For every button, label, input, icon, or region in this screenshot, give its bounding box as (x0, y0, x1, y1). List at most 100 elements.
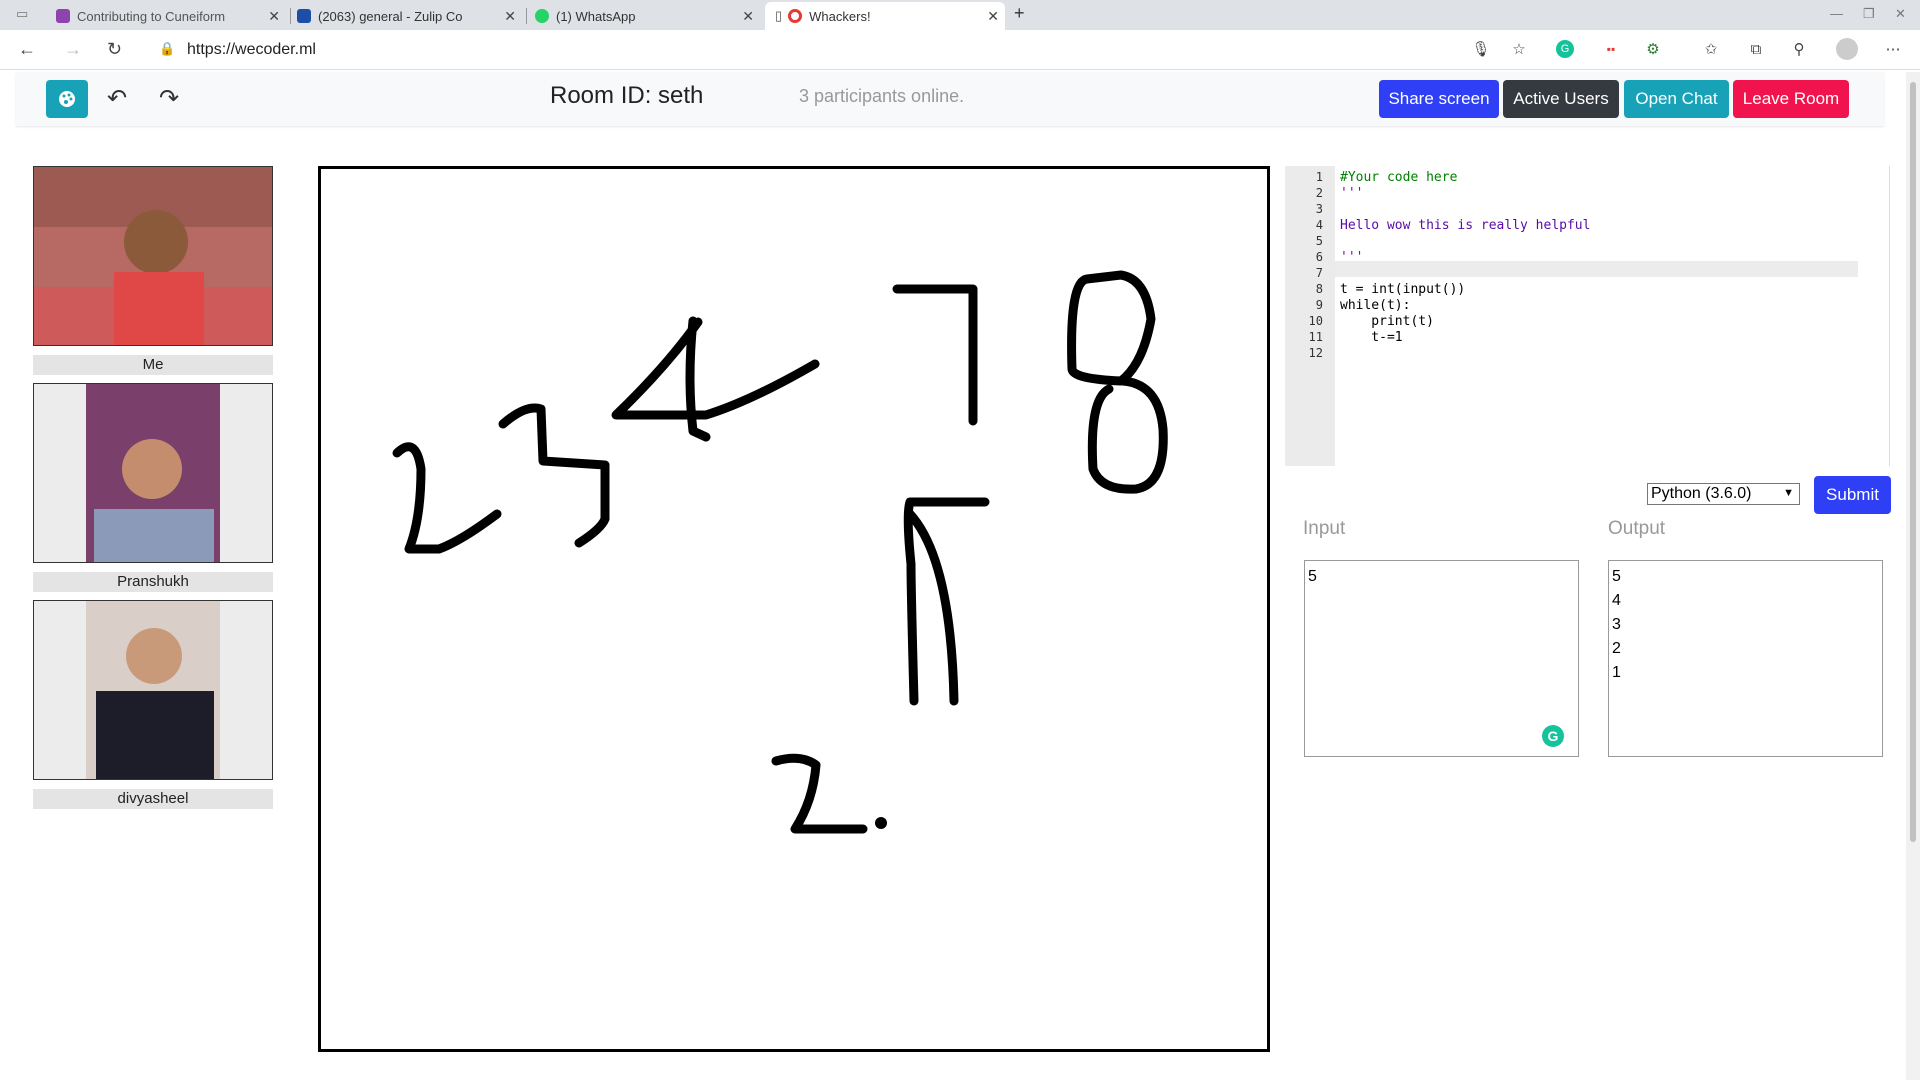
output-line: 2 (1612, 640, 1621, 657)
line-number: 7 (1315, 266, 1323, 280)
forward-icon[interactable]: → (64, 39, 82, 60)
app-header: ↶ ↷ Room ID: seth 3 participants online.… (16, 72, 1884, 126)
line-number: 9 (1315, 298, 1323, 312)
line-number: 2 (1315, 186, 1323, 200)
video-me (33, 166, 273, 346)
page-icon: ▯ (775, 8, 783, 23)
palette-button[interactable] (46, 80, 88, 118)
code-line: while(t): (1340, 298, 1411, 313)
android-icon[interactable]: ⚙ (1644, 40, 1662, 58)
back-icon[interactable]: ← (18, 39, 36, 60)
language-select[interactable]: Python (3.6.0) ▼ (1647, 483, 1800, 505)
participant-video (34, 384, 272, 562)
code-line: ''' (1340, 186, 1364, 201)
recording-icon (788, 9, 803, 23)
output-textarea[interactable]: 5 4 3 2 1 (1608, 560, 1883, 757)
tab-label: Whackers! (809, 8, 871, 24)
drawing-dot (875, 817, 887, 829)
tab-label: (2063) general - Zulip Co (318, 8, 463, 24)
extensions-icon[interactable]: ⚲ (1790, 40, 1808, 58)
chevron-down-icon: ▼ (1783, 487, 1794, 499)
browser-tab-bar: ▭ Contributing to Cuneiform ✕ (2063) gen… (0, 0, 1920, 30)
page-scrollbar[interactable] (1906, 72, 1920, 1080)
leave-room-button[interactable]: Leave Room (1733, 80, 1849, 118)
output-line: 5 (1612, 568, 1621, 585)
video-pranshukh (33, 383, 273, 563)
whatsapp-icon (535, 9, 549, 23)
reload-icon[interactable]: ↻ (107, 39, 122, 60)
address-bar-row: ← → ↻ 🔒 https://wecoder.ml 🎙 ☆ G ▪▪ ⚙ ✩ … (0, 30, 1920, 70)
line-number: 8 (1315, 282, 1323, 296)
scrollbar-thumb[interactable] (1910, 82, 1916, 842)
tab-label: (1) WhatsApp (556, 8, 636, 24)
active-line-highlight (1335, 261, 1858, 277)
tab-actions-icon[interactable]: ▭ (16, 6, 28, 22)
participants-online: 3 participants online. (799, 86, 965, 106)
undo-icon[interactable]: ↶ (107, 84, 127, 113)
code-line: t-=1 (1340, 330, 1403, 345)
favorites-icon[interactable]: ✩ (1702, 40, 1720, 58)
close-window-icon[interactable]: ✕ (1895, 6, 1906, 22)
line-gutter: 1 2 3 4 5 6 7 8 9 10 11 12 (1285, 166, 1335, 466)
whiteboard-canvas[interactable] (318, 166, 1270, 1052)
close-icon[interactable]: ✕ (742, 8, 754, 25)
line-number: 11 (1308, 330, 1323, 344)
participant-name: divyasheel (33, 789, 273, 809)
url-field[interactable]: 🔒 https://wecoder.ml (145, 36, 1535, 64)
line-number: 5 (1315, 234, 1323, 248)
code-line: ''' (1340, 250, 1364, 265)
input-value: 5 (1308, 568, 1317, 585)
video-divyasheel (33, 600, 273, 780)
more-options-icon[interactable]: ⋯ (1884, 40, 1902, 58)
code-line: t = int(input()) (1340, 282, 1466, 297)
language-selected: Python (3.6.0) (1651, 485, 1752, 502)
output-label: Output (1608, 518, 1666, 539)
close-icon[interactable]: ✕ (268, 8, 280, 25)
output-line: 3 (1612, 616, 1621, 633)
grammarly-icon[interactable]: G (1556, 40, 1574, 58)
share-screen-button[interactable]: Share screen (1379, 80, 1499, 118)
zulip-icon (297, 9, 311, 23)
code-line: Hello wow this is really helpful (1340, 218, 1591, 233)
participant-name: Pranshukh (33, 572, 273, 592)
tab-zulip[interactable]: (2063) general - Zulip Co ✕ (297, 2, 522, 30)
lock-icon: 🔒 (159, 41, 176, 56)
document-icon (56, 9, 70, 23)
participant-video (34, 601, 272, 779)
favorite-add-icon[interactable]: ☆ (1510, 40, 1528, 58)
restore-icon[interactable]: ❐ (1863, 6, 1875, 22)
submit-button[interactable]: Submit (1814, 476, 1891, 514)
open-chat-button[interactable]: Open Chat (1624, 80, 1729, 118)
profile-icon[interactable] (1836, 38, 1858, 60)
line-number: 1 (1315, 170, 1323, 184)
minimize-icon[interactable]: — (1830, 6, 1843, 21)
close-icon[interactable]: ✕ (504, 8, 516, 25)
close-icon[interactable]: ✕ (987, 8, 999, 25)
input-textarea[interactable]: 5 (1304, 560, 1579, 757)
grammarly-icon[interactable]: G (1542, 725, 1564, 747)
tab-whatsapp[interactable]: (1) WhatsApp ✕ (535, 2, 760, 30)
line-number: 12 (1308, 346, 1323, 360)
code-editor[interactable]: 1 2 3 4 5 6 7 8 9 10 11 12 #Your code here ''' Hello … (1285, 166, 1890, 466)
output-line: 4 (1612, 592, 1621, 609)
palette-icon (59, 91, 75, 107)
redo-icon[interactable]: ↷ (159, 84, 179, 113)
participant-name: Me (33, 355, 273, 375)
tab-label: Contributing to Cuneiform (77, 8, 226, 24)
new-tab-button[interactable]: + (1014, 3, 1025, 24)
microphone-icon[interactable]: 🎙 (1471, 40, 1490, 58)
line-number: 4 (1315, 218, 1323, 232)
active-users-button[interactable]: Active Users (1503, 80, 1619, 118)
line-number: 10 (1308, 314, 1323, 328)
input-label: Input (1303, 518, 1346, 539)
whiteboard-drawing (392, 270, 1168, 834)
line-number: 3 (1315, 202, 1323, 216)
code-line: print(t) (1340, 314, 1434, 329)
tab-whackers[interactable]: ▯ Whackers! ✕ (765, 2, 1005, 30)
participant-video (34, 167, 272, 345)
url-text: https://wecoder.ml (187, 41, 316, 58)
extension-icon[interactable]: ▪▪ (1602, 40, 1620, 58)
tab-contributing[interactable]: Contributing to Cuneiform ✕ (56, 2, 286, 30)
collections-icon[interactable]: ⧉ (1747, 40, 1765, 58)
output-line: 1 (1612, 664, 1621, 681)
